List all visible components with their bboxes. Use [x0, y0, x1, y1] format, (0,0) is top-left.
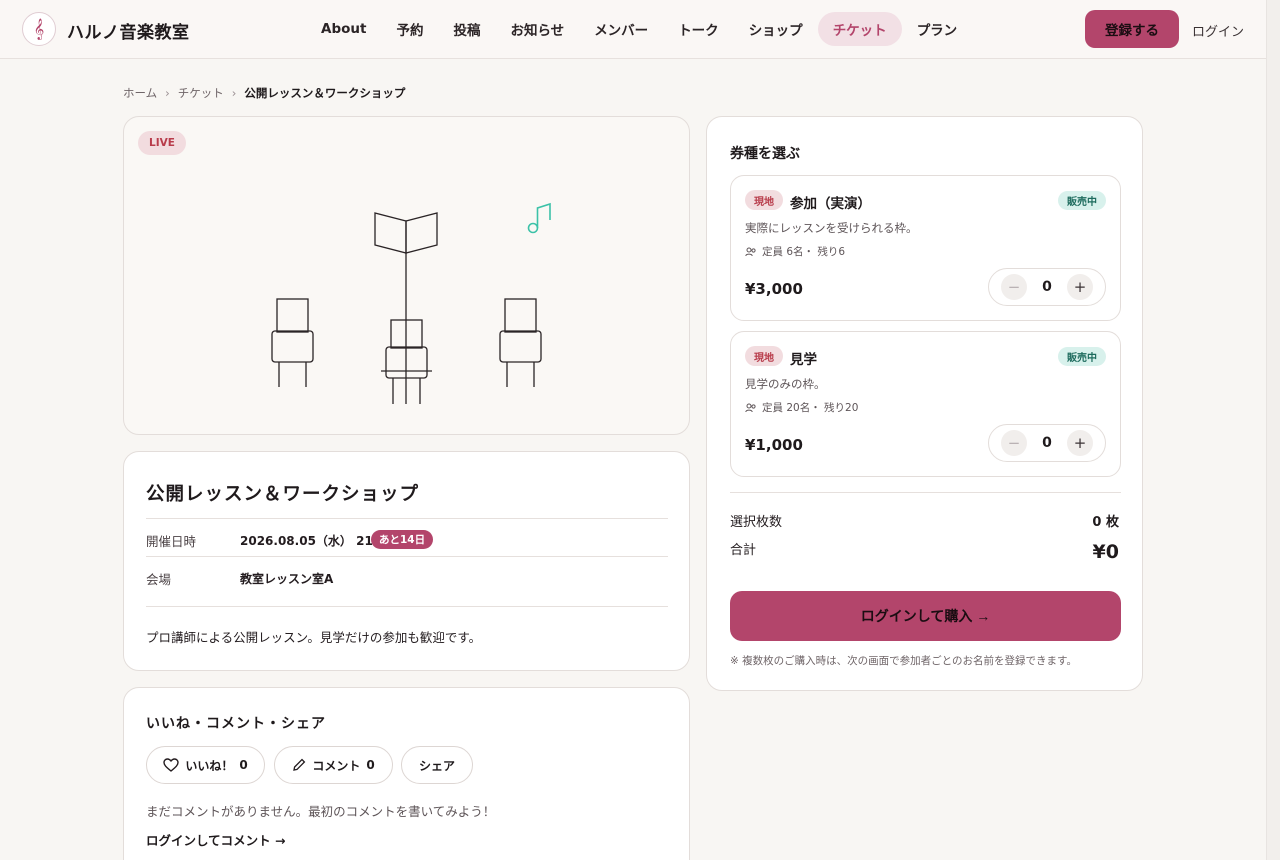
nav-members[interactable]: メンバー [579, 12, 663, 46]
selected-count-value: 0 枚 [1092, 515, 1119, 530]
quantity-value: 0 [1042, 435, 1052, 451]
like-label: いいね！ [185, 758, 234, 773]
ticket-capacity: 定員 20名・ 残り20 [745, 400, 858, 415]
breadcrumb: ホーム › チケット › 公開レッスン＆ワークショップ [123, 85, 405, 101]
logo-icon[interactable]: 𝄞 [22, 12, 56, 46]
site-header: 𝄞 ハルノ音楽教室 About 予約 投稿 お知らせ メンバー トーク ショップ… [0, 0, 1280, 59]
music-note-icon [527, 202, 551, 234]
login-and-purchase-button[interactable]: ログインして購入 → [730, 591, 1121, 641]
people-icon [745, 403, 756, 412]
purchase-note: ※ 複数枚のご購入時は、次の画面で参加者ごとのお名前を登録できます。 [730, 655, 1077, 667]
breadcrumb-separator: › [165, 86, 170, 100]
nav-about[interactable]: About [306, 12, 381, 46]
venue-label: 会場 [146, 572, 172, 587]
share-label: シェア [418, 758, 455, 773]
login-to-comment-link[interactable]: ログインしてコメント → [146, 830, 285, 849]
ticket-selection-panel: 券種を選ぶ 現地 参加（実演） 販売中 実際にレッスンを受けられる枠。 定員 6… [706, 116, 1143, 691]
music-stand-illustration [271, 202, 551, 404]
ticket-status-badge: 販売中 [1058, 191, 1106, 210]
divider [146, 556, 668, 557]
comment-count: 0 [366, 758, 375, 772]
register-button[interactable]: 登録する [1085, 10, 1179, 48]
nav-booking[interactable]: 予約 [381, 12, 438, 46]
ticket-capacity-text: 定員 20名・ 残り20 [762, 402, 859, 414]
quantity-stepper: − 0 + [988, 268, 1106, 306]
ticket-description: 見学のみの枠。 [745, 377, 826, 391]
days-remaining-badge: あと14日 [371, 530, 434, 549]
nav-news[interactable]: お知らせ [495, 12, 579, 46]
page-scrollbar[interactable] [1266, 0, 1280, 860]
like-button[interactable]: いいね！ 0 [146, 746, 265, 784]
main-nav: About 予約 投稿 お知らせ メンバー トーク ショップ チケット プラン [306, 12, 972, 46]
share-button[interactable]: シェア [401, 746, 473, 784]
increment-button[interactable]: + [1067, 274, 1093, 300]
event-title: 公開レッスン＆ワークショップ [146, 484, 420, 505]
ticket-capacity: 定員 6名・ 残り6 [745, 244, 845, 259]
ticket-capacity-text: 定員 6名・ 残り6 [762, 246, 846, 258]
empty-comments-text: まだコメントがありません。最初のコメントを書いてみよう！ [146, 804, 496, 819]
nav-plans[interactable]: プラン [902, 12, 973, 46]
divider [146, 518, 668, 519]
ticket-description: 実際にレッスンを受けられる枠。 [745, 221, 918, 235]
selected-count-label: 選択枚数 [730, 515, 783, 530]
quantity-stepper: − 0 + [988, 424, 1106, 462]
like-count: 0 [239, 758, 248, 772]
ticket-price: ¥3,000 [745, 280, 803, 298]
ticket-location-tag: 現地 [745, 346, 783, 366]
decrement-button[interactable]: − [1001, 274, 1027, 300]
heart-icon [163, 758, 180, 772]
panel-title: 券種を選ぶ [730, 146, 800, 162]
event-description: プロ講師による公開レッスン。見学だけの参加も歓迎です。 [146, 630, 482, 645]
breadcrumb-tickets[interactable]: チケット [178, 85, 224, 101]
pencil-icon [293, 758, 306, 771]
event-hero-image: LIVE [123, 116, 690, 435]
nav-shop[interactable]: ショップ [734, 12, 818, 46]
comment-button[interactable]: コメント 0 [274, 746, 393, 784]
ticket-name: 見学 [790, 352, 817, 368]
ticket-status-badge: 販売中 [1058, 347, 1106, 366]
comment-label: コメント [312, 758, 361, 773]
date-label: 開催日時 [146, 534, 197, 549]
divider [146, 606, 668, 607]
breadcrumb-separator: › [231, 86, 237, 100]
total-value: ¥0 [1092, 541, 1119, 563]
increment-button[interactable]: + [1067, 430, 1093, 456]
brand-name[interactable]: ハルノ音楽教室 [67, 18, 190, 43]
event-info-card: 公開レッスン＆ワークショップ 開催日時 2026.08.05（水） 21:44 … [123, 451, 690, 671]
ticket-option: 現地 見学 販売中 見学のみの枠。 定員 20名・ 残り20 ¥1,000 − … [730, 331, 1121, 477]
decrement-button[interactable]: − [1001, 430, 1027, 456]
ticket-location-tag: 現地 [745, 190, 783, 210]
nav-posts[interactable]: 投稿 [438, 12, 495, 46]
login-link[interactable]: ログイン [1192, 21, 1244, 40]
total-label: 合計 [730, 543, 757, 558]
quantity-value: 0 [1042, 279, 1052, 295]
nav-tickets[interactable]: チケット [817, 12, 902, 46]
social-title: いいね・コメント・シェア [146, 716, 326, 732]
ticket-name: 参加（実演） [790, 196, 871, 212]
people-icon [745, 247, 756, 256]
breadcrumb-home[interactable]: ホーム [123, 85, 157, 101]
nav-talk[interactable]: トーク [663, 12, 734, 46]
venue-value: 教室レッスン室A [240, 572, 334, 586]
breadcrumb-current: 公開レッスン＆ワークショップ [244, 86, 406, 100]
social-card: いいね・コメント・シェア いいね！ 0 コメント 0 シェア まだコメントがあり… [123, 687, 690, 860]
ticket-price: ¥1,000 [745, 436, 803, 454]
divider [730, 492, 1121, 493]
ticket-option: 現地 参加（実演） 販売中 実際にレッスンを受けられる枠。 定員 6名・ 残り6… [730, 175, 1121, 321]
